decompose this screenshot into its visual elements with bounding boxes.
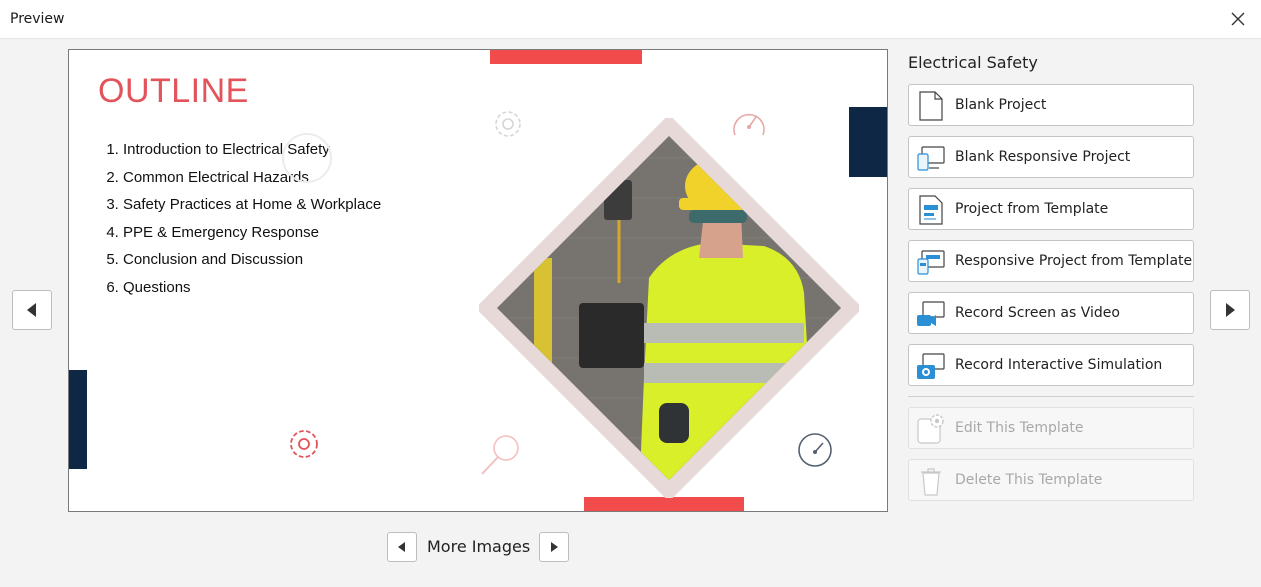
responsive-devices-icon <box>917 146 945 171</box>
panel-divider <box>908 396 1194 397</box>
outline-item: Safety Practices at Home & Workplace <box>123 191 381 219</box>
responsive-project-from-template-button[interactable]: Responsive Project from Template <box>908 240 1194 282</box>
triangle-left-icon <box>398 542 405 552</box>
template-page-icon <box>919 195 943 225</box>
outline-list: Introduction to Electrical Safety Common… <box>93 136 381 302</box>
worker-photo <box>479 118 859 498</box>
action-label: Record Interactive Simulation <box>955 357 1163 373</box>
template-name: Electrical Safety <box>908 53 1038 72</box>
slide-heading: OUTLINE <box>98 72 249 110</box>
blank-project-button[interactable]: Blank Project <box>908 84 1194 126</box>
photo-camera-icon <box>917 353 945 379</box>
faint-circle-icon <box>282 133 332 183</box>
accent-bar-top <box>490 50 642 64</box>
action-label: Blank Responsive Project <box>955 149 1131 165</box>
previous-image-button[interactable] <box>387 532 417 562</box>
video-camera-icon <box>917 301 945 326</box>
more-images-navigator: More Images <box>387 532 577 562</box>
outline-item: PPE & Emergency Response <box>123 219 381 247</box>
triangle-right-icon <box>1226 303 1235 317</box>
outline-item: Conclusion and Discussion <box>123 246 381 274</box>
action-label: Edit This Template <box>955 420 1084 436</box>
outline-item: Common Electrical Hazards <box>123 164 381 192</box>
close-icon[interactable] <box>1227 8 1249 30</box>
action-label: Delete This Template <box>955 472 1103 488</box>
edit-gear-icon <box>917 414 944 444</box>
previous-template-button[interactable] <box>12 290 52 330</box>
edit-template-button[interactable]: Edit This Template <box>908 407 1194 449</box>
action-label: Project from Template <box>955 201 1109 217</box>
navy-bar-left <box>69 370 87 469</box>
accent-bar-bottom <box>584 497 744 511</box>
outline-item: Questions <box>123 274 381 302</box>
blank-page-icon <box>919 91 943 121</box>
responsive-template-icon <box>917 250 945 275</box>
action-label: Record Screen as Video <box>955 305 1120 321</box>
next-template-button[interactable] <box>1210 290 1250 330</box>
project-from-template-button[interactable]: Project from Template <box>908 188 1194 230</box>
triangle-right-icon <box>551 542 558 552</box>
blank-responsive-project-button[interactable]: Blank Responsive Project <box>908 136 1194 178</box>
title-bar: Preview <box>0 0 1261 39</box>
window-title: Preview <box>10 11 65 27</box>
action-label: Blank Project <box>955 97 1047 113</box>
trash-icon <box>921 468 941 496</box>
record-screen-as-video-button[interactable]: Record Screen as Video <box>908 292 1194 334</box>
action-label: Responsive Project from Template <box>955 253 1193 269</box>
gear-icon <box>290 430 318 458</box>
record-interactive-simulation-button[interactable]: Record Interactive Simulation <box>908 344 1194 386</box>
next-image-button[interactable] <box>539 532 569 562</box>
more-images-label: More Images <box>427 537 531 556</box>
slide-preview: OUTLINE Introduction to Electrical Safet… <box>68 49 888 512</box>
triangle-left-icon <box>27 303 36 317</box>
outline-item: Introduction to Electrical Safety <box>123 136 381 164</box>
delete-template-button[interactable]: Delete This Template <box>908 459 1194 501</box>
